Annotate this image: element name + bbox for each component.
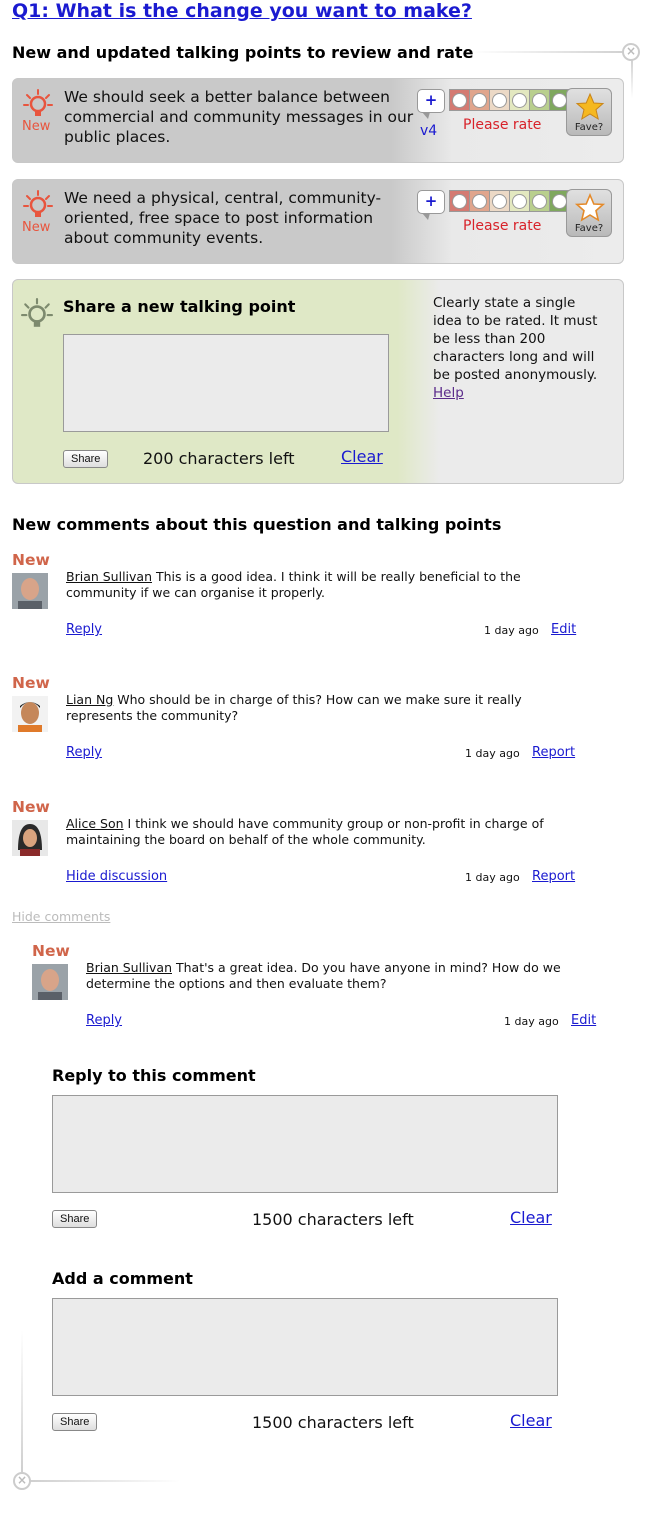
comment-author-link[interactable]: Brian Sullivan [66,569,152,584]
lightbulb-icon [21,298,53,327]
question-title-link[interactable]: Q1: What is the change you want to make? [12,0,472,22]
avatar[interactable] [12,820,48,856]
comment-text: Lian Ng Who should be in charge of this?… [66,692,576,724]
new-badge: New [12,674,50,692]
avatar[interactable] [32,964,68,1000]
comment-timestamp: 1 day ago [504,1015,559,1028]
lightbulb-icon [23,89,53,116]
fave-label: Fave? [574,223,604,234]
talking-point-input[interactable] [63,334,389,432]
new-badge: New [22,220,51,235]
comment-input[interactable] [52,1298,558,1396]
reply-form-heading: Reply to this comment [52,1066,256,1085]
comment-text: Brian Sullivan This is a good idea. I th… [66,569,576,601]
comment-body: Who should be in charge of this? How can… [66,692,522,723]
share-heading: Share a new talking point [63,297,296,316]
characters-left: 1500 characters left [252,1210,414,1229]
section-divider-line [30,1480,180,1482]
section-divider-line [470,51,630,53]
close-section-icon[interactable]: × [13,1472,31,1490]
star-outline-icon [575,193,605,222]
reply-share-button[interactable]: Share [52,1210,98,1228]
fave-button[interactable]: Fave? [566,88,612,136]
edit-link[interactable]: Edit [571,1013,596,1028]
comment-author-link[interactable]: Brian Sullivan [86,960,172,975]
clear-link[interactable]: Clear [341,447,383,466]
hide-discussion-link[interactable]: Hide discussion [66,869,167,884]
avatar[interactable] [12,696,48,732]
add-point-button[interactable]: + [417,89,445,119]
rating-option[interactable] [509,190,530,212]
comment-author-link[interactable]: Lian Ng [66,692,113,707]
report-link[interactable]: Report [532,745,575,760]
rating-option[interactable] [469,190,490,212]
rating-option[interactable] [449,89,470,111]
new-badge: New [22,119,51,134]
rating-option[interactable] [509,89,530,111]
talking-point-card: New We need a physical, central, communi… [12,179,624,264]
share-button[interactable]: Share [63,450,109,468]
star-icon [575,92,605,121]
share-help-text: Clearly state a single idea to be rated.… [433,294,603,402]
new-badge: New [12,551,50,569]
comments-heading: New comments about this question and tal… [12,515,502,534]
rating-option[interactable] [449,190,470,212]
comment-author-link[interactable]: Alice Son [66,816,124,831]
rating-scale [449,190,570,212]
add-comment-heading: Add a comment [52,1269,193,1288]
new-badge: New [12,798,50,816]
report-link[interactable]: Report [532,869,575,884]
rating-scale [449,89,570,111]
comment-timestamp: 1 day ago [465,871,520,884]
characters-left: 200 characters left [143,449,295,468]
rating-option[interactable] [529,89,550,111]
reply-link[interactable]: Reply [86,1013,122,1028]
close-section-icon[interactable]: × [622,43,640,61]
characters-left: 1500 characters left [252,1413,414,1432]
section-divider-line-vertical [631,58,633,98]
fave-button[interactable]: Fave? [566,189,612,237]
help-description: Clearly state a single idea to be rated.… [433,295,598,383]
rating-option[interactable] [469,89,490,111]
comment-body: I think we should have community group o… [66,816,544,847]
fave-label: Fave? [574,122,604,133]
rate-prompt: Please rate [463,117,542,133]
talking-point-text: We need a physical, central, community-o… [64,189,382,247]
reply-link[interactable]: Reply [66,622,102,637]
clear-link[interactable]: Clear [510,1411,552,1430]
share-talking-point-panel: Share a new talking point Share 200 char… [12,279,624,484]
rate-prompt: Please rate [463,218,542,234]
talking-point-card: New We should seek a better balance betw… [12,78,624,163]
edit-link[interactable]: Edit [551,622,576,637]
version-link[interactable]: v4 [420,123,437,139]
section-divider-line-vertical [21,1330,23,1472]
clear-link[interactable]: Clear [510,1208,552,1227]
comment-timestamp: 1 day ago [465,747,520,760]
new-badge: New [32,942,70,960]
talking-points-heading: New and updated talking points to review… [12,43,474,62]
help-link[interactable]: Help [433,385,464,401]
comment-text: Brian Sullivan That's a great idea. Do y… [86,960,586,992]
comment-share-button[interactable]: Share [52,1413,98,1431]
avatar[interactable] [12,573,48,609]
reply-input[interactable] [52,1095,558,1193]
rating-option[interactable] [489,89,510,111]
add-point-button[interactable]: + [417,190,445,220]
hide-comments-link[interactable]: Hide comments [12,909,110,924]
comment-timestamp: 1 day ago [484,624,539,637]
rating-option[interactable] [529,190,550,212]
lightbulb-icon [23,190,53,217]
reply-link[interactable]: Reply [66,745,102,760]
rating-option[interactable] [489,190,510,212]
comment-text: Alice Son I think we should have communi… [66,816,576,848]
talking-point-text: We should seek a better balance between … [64,88,414,146]
